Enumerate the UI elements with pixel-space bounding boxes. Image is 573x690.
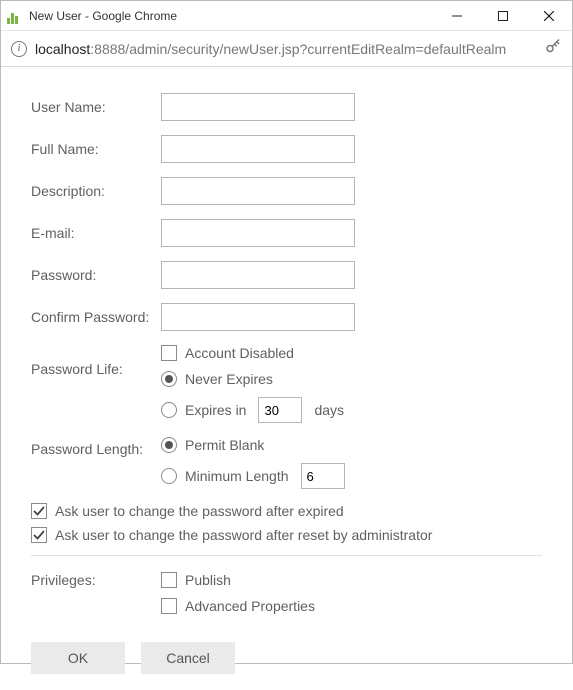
- password-key-icon[interactable]: [544, 38, 562, 59]
- minimum-length-radio[interactable]: [161, 468, 177, 484]
- window-title: New User - Google Chrome: [29, 9, 177, 23]
- username-input[interactable]: [161, 93, 355, 121]
- confirm-password-input[interactable]: [161, 303, 355, 331]
- permit-blank-label: Permit Blank: [185, 437, 264, 453]
- advanced-properties-checkbox[interactable]: [161, 598, 177, 614]
- ok-button[interactable]: OK: [31, 642, 125, 674]
- cancel-button[interactable]: Cancel: [141, 642, 235, 674]
- fullname-label: Full Name:: [31, 141, 161, 157]
- confirm-password-label: Confirm Password:: [31, 309, 161, 325]
- never-expires-radio[interactable]: [161, 371, 177, 387]
- maximize-button[interactable]: [480, 1, 526, 31]
- password-life-label: Password Life:: [31, 345, 161, 377]
- ask-after-reset-label: Ask user to change the password after re…: [55, 527, 432, 543]
- description-input[interactable]: [161, 177, 355, 205]
- expires-in-radio[interactable]: [161, 402, 177, 418]
- permit-blank-radio[interactable]: [161, 437, 177, 453]
- close-button[interactable]: [526, 1, 572, 31]
- window-titlebar: New User - Google Chrome: [1, 1, 572, 31]
- privileges-label: Privileges:: [31, 572, 161, 588]
- expires-days-input[interactable]: [258, 397, 302, 423]
- password-length-label: Password Length:: [31, 437, 161, 457]
- url-path: :8888/admin/security/newUser.jsp?current…: [90, 41, 506, 57]
- minimum-length-label: Minimum Length: [185, 468, 289, 484]
- divider: [31, 555, 542, 556]
- expires-in-prefix: Expires in: [185, 402, 246, 418]
- expires-in-suffix: days: [314, 402, 344, 418]
- fullname-input[interactable]: [161, 135, 355, 163]
- account-disabled-checkbox[interactable]: [161, 345, 177, 361]
- account-disabled-label: Account Disabled: [185, 345, 294, 361]
- minimum-length-input[interactable]: [301, 463, 345, 489]
- email-label: E-mail:: [31, 225, 161, 241]
- address-bar[interactable]: i localhost:8888/admin/security/newUser.…: [1, 31, 572, 67]
- url-host: localhost: [35, 41, 90, 57]
- username-label: User Name:: [31, 99, 161, 115]
- ask-after-reset-checkbox[interactable]: [31, 527, 47, 543]
- site-info-icon[interactable]: i: [11, 41, 27, 57]
- app-icon: [7, 8, 23, 24]
- ask-after-expired-label: Ask user to change the password after ex…: [55, 503, 344, 519]
- ask-after-expired-checkbox[interactable]: [31, 503, 47, 519]
- minimize-button[interactable]: [434, 1, 480, 31]
- description-label: Description:: [31, 183, 161, 199]
- advanced-properties-label: Advanced Properties: [185, 598, 315, 614]
- password-label: Password:: [31, 267, 161, 283]
- publish-label: Publish: [185, 572, 231, 588]
- new-user-form: User Name: Full Name: Description: E-mai…: [1, 67, 572, 690]
- email-input[interactable]: [161, 219, 355, 247]
- publish-checkbox[interactable]: [161, 572, 177, 588]
- never-expires-label: Never Expires: [185, 371, 273, 387]
- password-input[interactable]: [161, 261, 355, 289]
